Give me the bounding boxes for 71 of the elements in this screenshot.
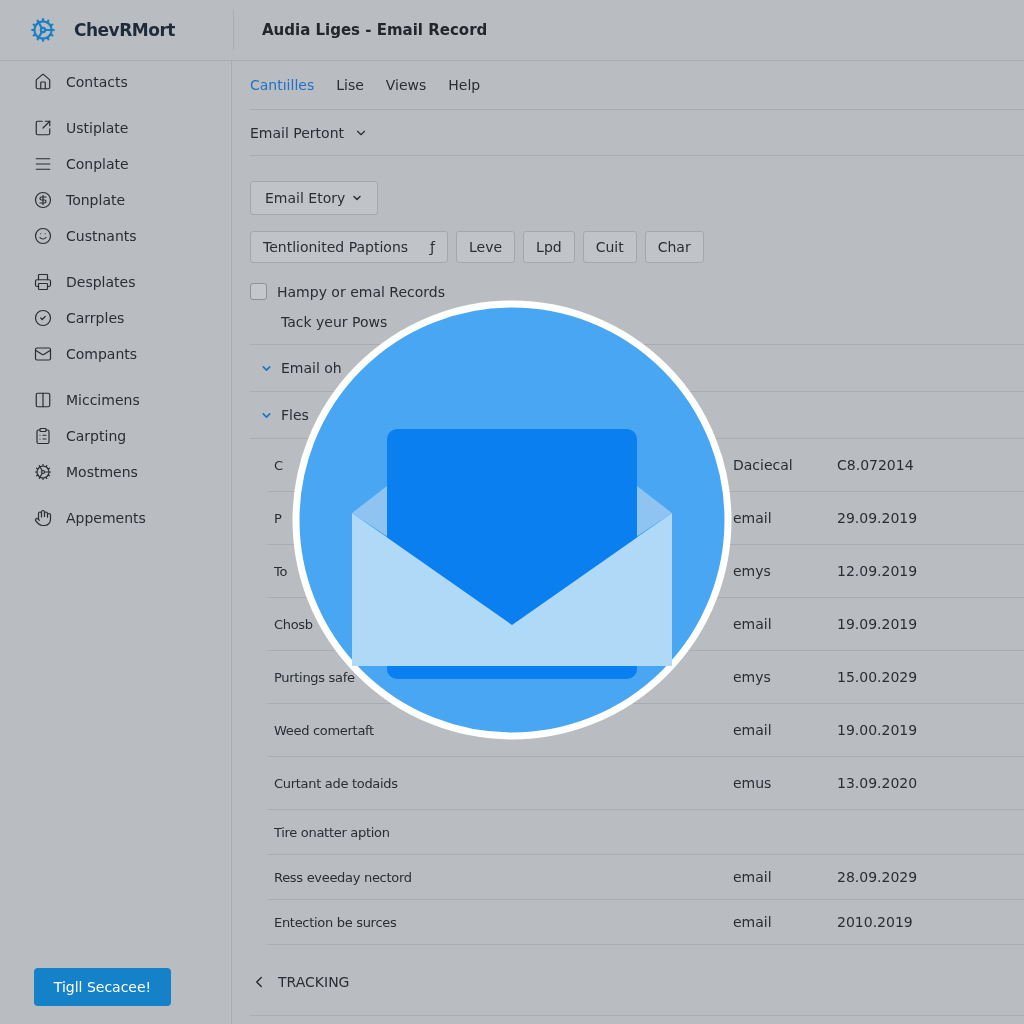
table-cell-text: email <box>733 510 773 526</box>
sidebar-item[interactable]: Desplates <box>34 271 231 293</box>
table-cell: 12.09.2019 <box>837 563 918 579</box>
table-cell-text: email <box>733 722 773 738</box>
sidebar-item[interactable]: Appements <box>34 507 231 529</box>
sidebar-item[interactable]: Compants <box>34 343 231 365</box>
table-cell: 29.09.2019 <box>837 510 918 526</box>
table-cell-text: Tire onatter aption <box>273 824 391 840</box>
table-cell-text: Purtings safe <box>273 669 356 685</box>
sidebar-icon <box>34 509 52 527</box>
section-dropdown[interactable]: Email Pertont <box>250 110 1024 156</box>
sidebar-icon <box>34 273 52 291</box>
sidebar-icon <box>34 427 52 445</box>
table-cell: 19.00.2019 <box>837 722 918 738</box>
table-cell-text: Ress eveeday nectord <box>273 869 413 885</box>
table-cell-text: Daciecal <box>733 457 794 473</box>
sidebar-icon <box>34 119 52 137</box>
app-logo: ChevRMort <box>74 20 175 40</box>
table-cell-text: Weed comertaft <box>273 722 375 738</box>
sidebar-icon <box>34 463 52 481</box>
table-cell-text: Entection be surces <box>273 914 398 930</box>
toolbar-button[interactable]: Leve <box>456 231 516 263</box>
sidebar-icon <box>34 309 52 327</box>
menu-tab[interactable]: Help <box>448 77 481 93</box>
table-cell: 19.09.2019 <box>837 616 918 632</box>
group-label[interactable]: Email oh <box>281 360 342 376</box>
sidebar-item[interactable]: Carrples <box>34 307 231 329</box>
table-cell: 2010.2019 <box>837 914 913 930</box>
sidebar-icon <box>34 345 52 363</box>
story-dropdown[interactable]: Email Etory <box>250 181 379 215</box>
sidebar-icon <box>34 73 52 91</box>
group-label[interactable]: Fles <box>281 407 309 423</box>
toolbar-button[interactable]: Cuit <box>582 231 637 263</box>
table-cell: C8.072014 <box>837 457 914 473</box>
table-cell-text: P <box>273 510 283 526</box>
table-cell-text: Curtant ade todaids <box>273 775 399 791</box>
tracking-link[interactable]: TRACKING <box>278 974 350 990</box>
menu-tab[interactable]: Views <box>385 77 427 93</box>
sidebar-icon <box>34 191 52 209</box>
sidebar-item[interactable]: Tonplate <box>34 189 231 211</box>
action-button[interactable]: Tigll Secacee! <box>34 968 171 1006</box>
sidebar-item[interactable]: Mostmens <box>34 461 231 483</box>
gear-icon <box>30 17 56 43</box>
table-cell-text: emys <box>733 669 772 685</box>
table-cell-text: emus <box>733 775 773 791</box>
table-cell-text: email <box>733 914 773 930</box>
sidebar-item[interactable]: Contacts <box>34 71 231 93</box>
toolbar-button[interactable]: Char <box>644 231 704 263</box>
sidebar-item[interactable]: Conplate <box>34 153 231 175</box>
table-cell: 15.00.2029 <box>837 669 918 685</box>
sidebar-item[interactable]: Custnants <box>34 225 231 247</box>
sidebar-item[interactable]: Miccimens <box>34 389 231 411</box>
table-cell-text: Chosb <box>273 616 314 632</box>
sidebar-icon <box>34 391 52 409</box>
table-cell-text: email <box>733 869 773 885</box>
sidebar-icon <box>34 155 52 173</box>
sidebar-item[interactable]: Carpting <box>34 425 231 447</box>
table-cell-text: emys <box>733 563 772 579</box>
checkbox-label: Hampy or emal Records <box>277 283 445 300</box>
toolbar-button[interactable]: Tentlionited Paptions ƒ <box>250 231 449 263</box>
table-cell: 28.09.2029 <box>837 869 918 885</box>
toolbar-button[interactable]: Lpd <box>523 231 575 263</box>
table-cell-text: C <box>273 457 284 473</box>
table-cell-text: To <box>273 563 289 579</box>
menu-tab[interactable]: Lise <box>336 77 364 93</box>
table-cell-text: email <box>733 616 773 632</box>
table-cell: 13.09.2020 <box>837 775 918 791</box>
checkbox[interactable] <box>250 283 267 300</box>
sidebar-item[interactable]: Ustiplate <box>34 117 231 139</box>
sidebar-icon <box>34 227 52 245</box>
window-title: Audia Liges - Email Record <box>262 21 488 39</box>
